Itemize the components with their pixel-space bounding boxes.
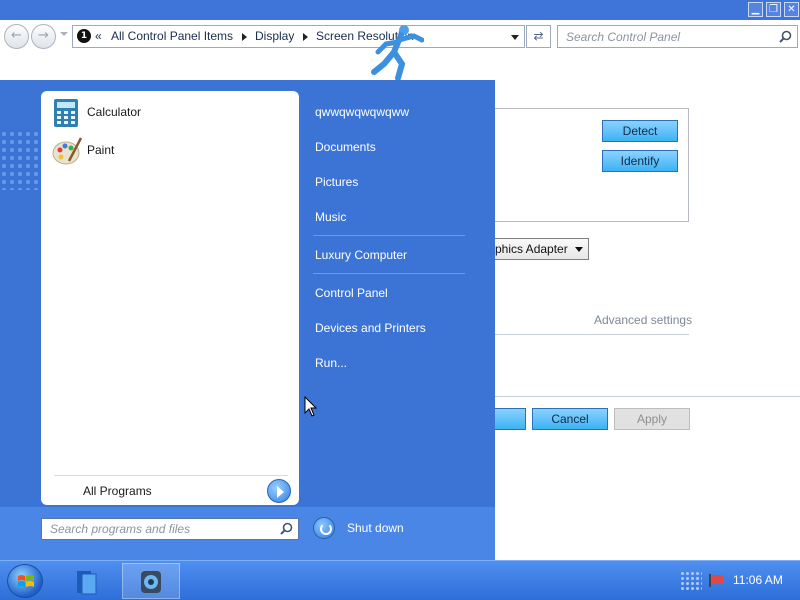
all-programs-link[interactable]: All Programs xyxy=(83,484,152,498)
breadcrumb-separator-icon[interactable] xyxy=(242,33,247,41)
detect-button[interactable]: Detect xyxy=(602,120,678,142)
search-placeholder: Search Control Panel xyxy=(566,30,681,44)
forward-button[interactable]: → xyxy=(31,24,56,49)
start-item-music[interactable]: Music xyxy=(315,210,346,224)
advanced-settings-link[interactable]: Advanced settings xyxy=(594,313,692,327)
start-item-pictures[interactable]: Pictures xyxy=(315,175,358,189)
start-item-documents[interactable]: Documents xyxy=(315,140,376,154)
display-select[interactable]: phics Adapter xyxy=(490,238,589,260)
breadcrumb-separator-icon[interactable] xyxy=(303,33,308,41)
show-hidden-icons[interactable] xyxy=(680,571,702,591)
program-paint[interactable]: Paint xyxy=(47,134,293,168)
start-menu-programs-pane: Calculator Paint All Programs xyxy=(41,91,299,505)
decorative-pattern xyxy=(0,130,42,190)
divider xyxy=(313,235,465,236)
program-label: Paint xyxy=(87,143,115,157)
search-placeholder: Search programs and files xyxy=(50,522,191,536)
start-item-run[interactable]: Run... xyxy=(315,356,347,370)
apply-button: Apply xyxy=(614,408,690,430)
action-center-flag-icon[interactable] xyxy=(708,573,726,587)
power-icon[interactable] xyxy=(313,517,335,539)
folder-icon xyxy=(77,571,97,595)
start-item-user-folder[interactable]: qwwqwqwqwqww xyxy=(315,105,409,119)
address-dropdown-icon[interactable] xyxy=(511,35,519,40)
system-clock[interactable]: 11:06 AM xyxy=(733,573,783,587)
windows-logo-icon xyxy=(18,575,34,587)
forward-arrow-icon: → xyxy=(38,28,49,43)
display-select-value: phics Adapter xyxy=(495,242,568,256)
back-arrow-icon: ← xyxy=(11,28,22,43)
start-item-devices-and-printers[interactable]: Devices and Printers xyxy=(315,321,426,335)
search-programs-input[interactable]: Search programs and files xyxy=(41,518,299,540)
search-icon[interactable] xyxy=(280,522,293,535)
address-bar[interactable]: 1 « All Control Panel Items Display Scre… xyxy=(72,25,525,48)
recent-pages-dropdown-icon[interactable] xyxy=(60,32,68,36)
divider xyxy=(495,334,689,335)
maximize-button[interactable]: ❐ xyxy=(766,2,781,17)
shut-down-button[interactable]: Shut down xyxy=(347,521,404,535)
start-button[interactable] xyxy=(7,564,43,598)
search-control-panel-input[interactable]: Search Control Panel xyxy=(557,25,798,48)
chevron-down-icon xyxy=(575,247,583,252)
taskbar-explorer[interactable] xyxy=(58,563,116,599)
breadcrumb-all-control-panel-items[interactable]: All Control Panel Items xyxy=(111,29,233,43)
divider xyxy=(313,273,465,274)
minimize-button[interactable]: ▁ xyxy=(748,2,763,17)
all-programs-arrow-icon[interactable] xyxy=(267,479,291,503)
mouse-cursor-icon xyxy=(304,396,318,417)
program-label: Calculator xyxy=(87,105,142,119)
refresh-button[interactable]: ⇄ xyxy=(526,25,551,48)
window-title-bar: ▁ ❐ ✕ xyxy=(0,0,800,20)
running-man-icon xyxy=(371,25,424,81)
taskbar: 11:06 AM xyxy=(0,560,800,600)
start-item-control-panel[interactable]: Control Panel xyxy=(315,286,388,300)
back-button[interactable]: ← xyxy=(4,24,29,49)
paint-palette-icon xyxy=(52,137,83,165)
breadcrumb-overflow-chevron[interactable]: « xyxy=(95,29,102,43)
start-menu: Calculator Paint All Programs qwwqwqwqwq… xyxy=(0,80,495,560)
divider xyxy=(495,396,800,397)
divider xyxy=(54,475,288,476)
identify-button[interactable]: Identify xyxy=(602,150,678,172)
close-button[interactable]: ✕ xyxy=(784,2,799,17)
refresh-icon: ⇄ xyxy=(533,29,544,43)
control-panel-icon: 1 xyxy=(77,29,91,43)
cancel-button[interactable]: Cancel xyxy=(532,408,608,430)
program-calculator[interactable]: Calculator xyxy=(47,96,293,130)
start-item-computer[interactable]: Luxury Computer xyxy=(315,248,407,262)
display-settings-icon xyxy=(141,571,161,593)
breadcrumb-display[interactable]: Display xyxy=(255,29,294,43)
search-icon[interactable] xyxy=(779,30,792,43)
taskbar-control-panel[interactable] xyxy=(122,563,180,599)
calculator-icon xyxy=(54,99,78,127)
